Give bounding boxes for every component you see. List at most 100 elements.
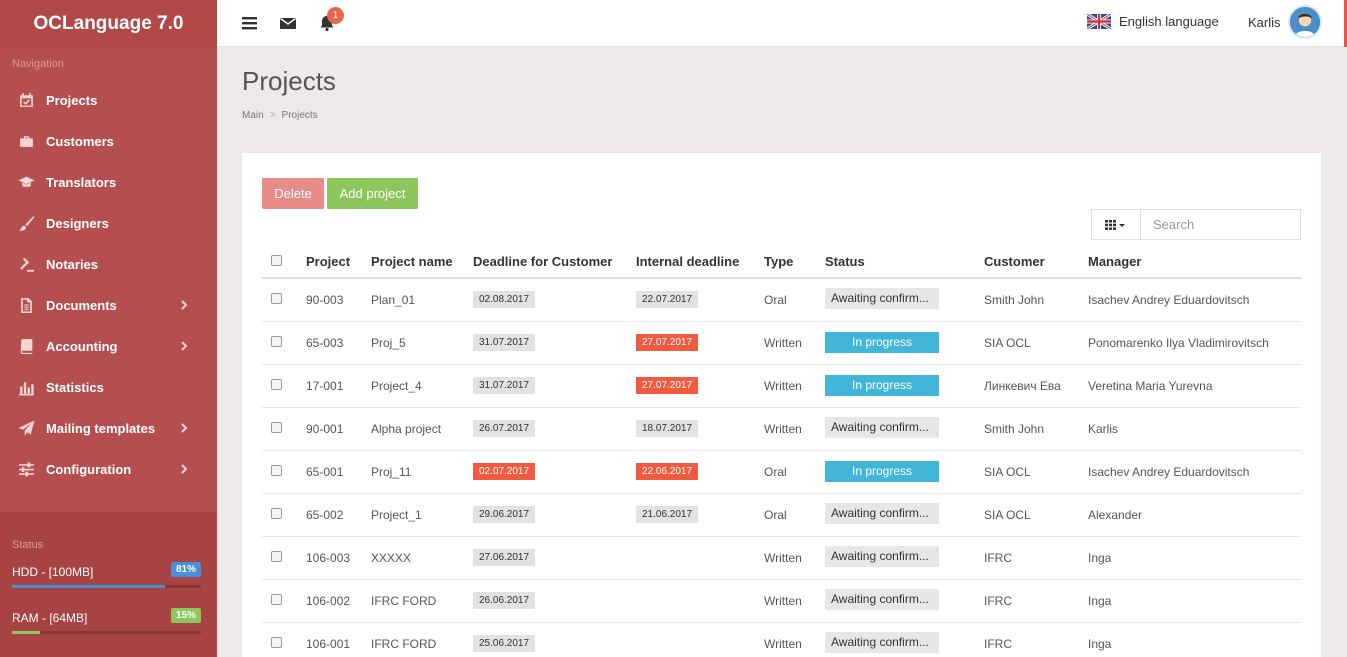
manager-cell: Karlis	[1088, 407, 1301, 451]
project-name-cell[interactable]: IFRC FORD	[371, 622, 473, 657]
sidebar-item-accounting[interactable]: Accounting	[0, 326, 217, 367]
internal-deadline-badge: 22.06.2017	[636, 463, 699, 480]
table-row[interactable]: 106-002 IFRC FORD 26.06.2017 Written Awaitin…	[262, 579, 1301, 623]
project-name-cell[interactable]: Plan_01	[371, 278, 473, 322]
row-checkbox[interactable]	[271, 335, 282, 347]
sidebar-item-label: Designers	[46, 216, 109, 231]
deadline-customer-cell: 29.06.2017	[473, 493, 636, 537]
table-row[interactable]: 17-001 Project_4 31.07.2017 27.07.2017 Writt…	[262, 364, 1301, 408]
sidebar-item-designers[interactable]: Designers	[0, 203, 217, 244]
delete-button[interactable]: Delete	[262, 178, 324, 209]
user-name[interactable]: Karlis	[1248, 15, 1281, 30]
menu-toggle-icon[interactable]	[241, 14, 259, 32]
row-checkbox[interactable]	[271, 292, 282, 304]
deadline-date-badge: 02.08.2017	[473, 291, 536, 309]
manager-cell: Inga	[1088, 622, 1301, 657]
project-name-cell[interactable]: Proj_5	[371, 321, 473, 365]
deadline-customer-cell: 31.07.2017	[473, 364, 636, 408]
table-row[interactable]: 65-002 Project_1 29.06.2017 21.06.2017 Oral A…	[262, 493, 1301, 537]
sidebar-item-translators[interactable]: Translators	[0, 162, 217, 203]
avatar[interactable]	[1288, 5, 1322, 39]
project-name-cell[interactable]: Alpha project	[371, 407, 473, 451]
table-row[interactable]: 106-003 XXXXX 27.06.2017 Written Awaiting co…	[262, 536, 1301, 580]
row-checkbox[interactable]	[271, 421, 282, 433]
column-header-customer[interactable]: Customer	[984, 241, 1088, 279]
column-header-deadline-customer[interactable]: Deadline for Customer	[473, 241, 636, 279]
project-name-cell[interactable]: Project_4	[371, 364, 473, 408]
project-name-cell[interactable]: XXXXX	[371, 536, 473, 580]
table-row[interactable]: 90-001 Alpha project 26.07.2017 18.07.2017 W…	[262, 407, 1301, 451]
table-row[interactable]: 65-001 Proj_11 02.07.2017 22.06.2017 Oral In …	[262, 450, 1301, 494]
project-code-cell[interactable]: 65-003	[306, 321, 371, 365]
envelope-icon[interactable]	[279, 14, 297, 32]
sidebar-item-configuration[interactable]: Configuration	[0, 449, 217, 490]
sidebar-item-label: Notaries	[46, 257, 99, 272]
sidebar-nav: Projects Customers Translators Designers Not…	[0, 80, 217, 490]
row-checkbox[interactable]	[271, 464, 282, 476]
project-name-cell[interactable]: Proj_11	[371, 450, 473, 494]
project-code-cell[interactable]: 90-001	[306, 407, 371, 451]
row-checkbox[interactable]	[271, 593, 282, 605]
project-code-cell[interactable]: 106-002	[306, 579, 371, 623]
status-percent-badge: 15%	[170, 608, 201, 623]
sidebar-item-mailing-templates[interactable]: Mailing templates	[0, 408, 217, 449]
paint-brush-icon	[16, 214, 36, 234]
customer-cell: IFRC	[984, 536, 1088, 580]
project-code-cell[interactable]: 17-001	[306, 364, 371, 408]
customer-cell: Smith John	[984, 407, 1088, 451]
row-checkbox[interactable]	[271, 507, 282, 519]
project-name-cell[interactable]: IFRC FORD	[371, 579, 473, 623]
row-select-cell	[262, 536, 306, 580]
row-select-cell	[262, 321, 306, 365]
deadline-customer-cell: 31.07.2017	[473, 321, 636, 365]
status-cell: Awaiting confirm...	[825, 493, 984, 537]
column-header-status[interactable]: Status	[825, 241, 984, 279]
row-checkbox[interactable]	[271, 378, 282, 390]
breadcrumb-current: Projects	[281, 110, 318, 121]
project-code-cell[interactable]: 90-003	[306, 278, 371, 322]
project-code-cell[interactable]: 106-001	[306, 622, 371, 657]
column-header-internal-deadline[interactable]: Internal deadline	[636, 241, 764, 279]
sidebar-item-notaries[interactable]: Notaries	[0, 244, 217, 285]
manager-cell: Inga	[1088, 579, 1301, 623]
calendar-check-icon	[16, 91, 36, 111]
column-header-project[interactable]: Project	[306, 241, 371, 279]
sidebar-item-documents[interactable]: Documents	[0, 285, 217, 326]
breadcrumb-main[interactable]: Main	[242, 110, 264, 121]
search-input[interactable]	[1140, 209, 1301, 240]
project-code-cell[interactable]: 106-003	[306, 536, 371, 580]
sidebar-item-projects[interactable]: Projects	[0, 80, 217, 121]
deadline-date-badge: 27.06.2017	[473, 549, 536, 566]
column-header-manager[interactable]: Manager	[1088, 241, 1301, 279]
row-checkbox[interactable]	[271, 636, 282, 648]
status-cell: In progress	[825, 364, 984, 408]
column-header-project-name[interactable]: Project name	[371, 241, 473, 279]
columns-toggle-button[interactable]	[1091, 209, 1141, 240]
status-cell: Awaiting confirm...	[825, 579, 984, 623]
language-selector[interactable]: English language	[1087, 14, 1219, 29]
projects-panel: Delete Add project Project Project name …	[242, 153, 1321, 657]
sidebar-item-label: Documents	[46, 298, 117, 313]
select-all-checkbox[interactable]	[271, 254, 282, 266]
type-cell: Written	[764, 364, 825, 408]
page-title: Projects	[242, 66, 336, 96]
column-header-type[interactable]: Type	[764, 241, 825, 279]
add-project-button[interactable]: Add project	[327, 178, 418, 209]
bar-chart-icon	[16, 378, 36, 398]
table-row[interactable]: 106-001 IFRC FORD 25.06.2017 Written Awaitin…	[262, 622, 1301, 657]
project-code-cell[interactable]: 65-001	[306, 450, 371, 494]
status-progress-fill	[12, 585, 166, 588]
sidebar-item-statistics[interactable]: Statistics	[0, 367, 217, 408]
sidebar-item-customers[interactable]: Customers	[0, 121, 217, 162]
project-name-cell[interactable]: Project_1	[371, 493, 473, 537]
table-row[interactable]: 65-003 Proj_5 31.07.2017 27.07.2017 Written I…	[262, 321, 1301, 365]
table-header-row: Project Project name Deadline for Custom…	[262, 241, 1301, 279]
chevron-right-icon	[178, 422, 190, 434]
internal-deadline-badge: 22.07.2017	[636, 291, 699, 309]
app-title[interactable]: OCLanguage 7.0	[0, 0, 217, 47]
internal-deadline-badge: 21.06.2017	[636, 506, 699, 523]
table-row[interactable]: 90-003 Plan_01 02.08.2017 22.07.2017 Oral Awa…	[262, 278, 1301, 322]
deadline-date-badge: 31.07.2017	[473, 377, 536, 394]
project-code-cell[interactable]: 65-002	[306, 493, 371, 537]
row-checkbox[interactable]	[271, 550, 282, 562]
